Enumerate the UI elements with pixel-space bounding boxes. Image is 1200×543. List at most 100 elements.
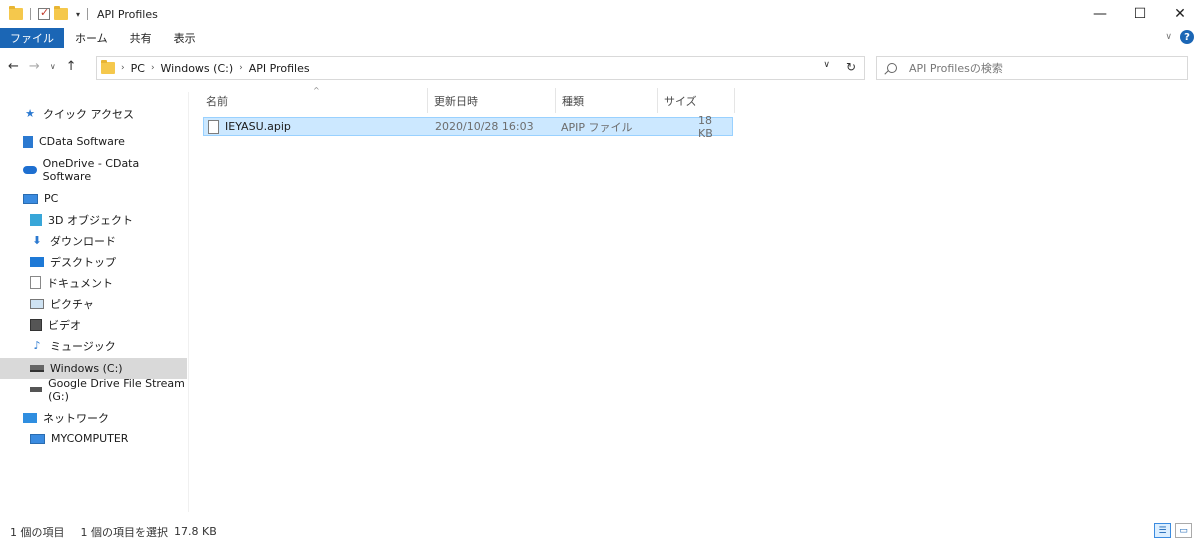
- nav-item-downloads[interactable]: ⬇ ダウンロード: [0, 230, 187, 251]
- status-selected: 1 個の項目を選択: [80, 525, 169, 539]
- cube-icon: [30, 213, 42, 226]
- nav-item-cdata-software[interactable]: CData Software: [0, 131, 187, 152]
- up-button[interactable]: ↑: [66, 59, 77, 74]
- view-buttons: ☰ ▭: [1154, 523, 1192, 538]
- download-icon: ⬇: [32, 234, 42, 247]
- pc-icon: [23, 193, 38, 204]
- tab-share[interactable]: 共有: [119, 28, 163, 48]
- nav-item-desktop[interactable]: デスクトップ: [0, 251, 187, 272]
- folder-icon: [101, 60, 115, 74]
- nav-item-label: CData Software: [39, 135, 125, 148]
- breadcrumb-separator[interactable]: ›: [239, 63, 243, 73]
- nav-item-label: Windows (C:): [50, 362, 123, 375]
- navigation-buttons: ← → ∨ ↑: [8, 59, 77, 74]
- drive-icon: [30, 387, 43, 392]
- nav-item-label: ドキュメント: [47, 276, 113, 290]
- quick-access-toolbar: ▾: [0, 0, 91, 28]
- nav-item-quick-access[interactable]: ★ クイック アクセス: [0, 103, 187, 124]
- ribbon-tabs: ファイル ホーム 共有 表示 ∨ ?: [0, 28, 1200, 48]
- nav-item-label: ダウンロード: [50, 234, 116, 248]
- nav-item-videos[interactable]: ビデオ: [0, 314, 187, 335]
- nav-item-pc[interactable]: PC: [0, 188, 187, 209]
- column-header-size[interactable]: サイズ: [658, 88, 735, 113]
- file-name-cell: IEYASU.apip: [208, 118, 291, 135]
- forward-button[interactable]: →: [29, 59, 40, 74]
- breadcrumb: › PC › Windows (C:) › API Profiles: [121, 62, 310, 75]
- nav-item-label: PC: [44, 192, 59, 205]
- large-icons-view-icon[interactable]: ▭: [1175, 523, 1192, 538]
- details-view-icon[interactable]: ☰: [1154, 523, 1171, 538]
- picture-icon: [30, 298, 44, 309]
- divider: [30, 8, 31, 20]
- back-button[interactable]: ←: [8, 59, 19, 74]
- nav-item-3d-objects[interactable]: 3D オブジェクト: [0, 209, 187, 230]
- video-icon: [30, 318, 42, 331]
- breadcrumb-pc[interactable]: PC: [131, 62, 145, 75]
- minimize-button[interactable]: —: [1080, 0, 1120, 28]
- file-name: IEYASU.apip: [225, 120, 291, 133]
- status-item-count: 1 個の項目: [10, 525, 65, 539]
- column-header-label: 種類: [562, 94, 584, 108]
- column-header-label: サイズ: [664, 94, 697, 108]
- breadcrumb-separator[interactable]: ›: [151, 63, 155, 73]
- search-placeholder[interactable]: API Profilesの検索: [909, 60, 1003, 76]
- status-size: 17.8 KB: [174, 525, 217, 538]
- sort-ascending-icon: ^: [313, 86, 320, 95]
- table-row[interactable]: IEYASU.apip 2020/10/28 16:03 APIP ファイル 1…: [203, 113, 733, 140]
- tab-view[interactable]: 表示: [163, 28, 207, 48]
- file-list: 名前 ^ 更新日時 種類 サイズ IEYASU.apip 2020/10/28 …: [200, 86, 1200, 508]
- nav-item-google-drive[interactable]: Google Drive File Stream (G:): [0, 377, 187, 403]
- nav-item-label: 3D オブジェクト: [48, 213, 133, 227]
- address-bar[interactable]: › PC › Windows (C:) › API Profiles ∨ ↻: [96, 56, 865, 80]
- nav-item-mycomputer[interactable]: MYCOMPUTER: [0, 428, 187, 449]
- window-title: API Profiles: [97, 7, 158, 21]
- nav-item-music[interactable]: ♪ ミュージック: [0, 335, 187, 356]
- column-header-label: 更新日時: [434, 94, 478, 108]
- nav-item-label: MYCOMPUTER: [51, 432, 129, 445]
- tab-home[interactable]: ホーム: [64, 28, 119, 48]
- drive-icon: [30, 365, 44, 372]
- music-icon: ♪: [33, 339, 41, 352]
- file-modified: 2020/10/28 16:03: [435, 120, 534, 133]
- address-row: ← → ∨ ↑ › PC › Windows (C:) › API Profil…: [0, 54, 1200, 82]
- ribbon-right: ∨ ?: [1165, 30, 1194, 44]
- nav-item-label: ミュージック: [50, 339, 116, 353]
- breadcrumb-separator[interactable]: ›: [121, 63, 125, 73]
- maximize-button[interactable]: ☐: [1120, 0, 1160, 28]
- nav-item-onedrive[interactable]: OneDrive - CData Software: [0, 157, 187, 183]
- new-folder-icon[interactable]: [54, 6, 68, 20]
- navigation-pane: ★ クイック アクセス CData Software OneDrive - CD…: [0, 92, 189, 512]
- nav-item-network[interactable]: ネットワーク: [0, 407, 187, 428]
- nav-item-documents[interactable]: ドキュメント: [0, 272, 187, 293]
- folder-icon: [9, 6, 23, 20]
- column-header-type[interactable]: 種類: [556, 88, 658, 113]
- breadcrumb-windows-c[interactable]: Windows (C:): [161, 62, 234, 75]
- tab-file[interactable]: ファイル: [0, 28, 64, 48]
- nav-item-label: ネットワーク: [43, 411, 109, 425]
- nav-item-label: ピクチャ: [50, 297, 94, 311]
- column-header-label: 名前: [206, 94, 228, 108]
- title-bar: ▾ API Profiles — ☐ ✕: [0, 0, 1200, 28]
- address-history-dropdown[interactable]: ∨: [823, 60, 830, 70]
- file-size: 18 KB: [698, 113, 713, 140]
- search-box[interactable]: API Profilesの検索: [876, 56, 1188, 80]
- column-header-name[interactable]: 名前 ^: [200, 86, 428, 113]
- refresh-button[interactable]: ↻: [846, 60, 856, 74]
- network-icon: [23, 412, 37, 423]
- help-icon[interactable]: ?: [1180, 30, 1194, 44]
- window-controls: — ☐ ✕: [1080, 0, 1200, 28]
- properties-icon[interactable]: [38, 6, 50, 20]
- cloud-icon: [23, 165, 37, 174]
- status-bar: 1 個の項目 1 個の項目を選択 17.8 KB ☰ ▭: [0, 520, 1200, 543]
- star-icon: ★: [25, 107, 35, 120]
- column-header-modified[interactable]: 更新日時: [428, 88, 556, 113]
- monitor-icon: [30, 433, 45, 444]
- close-button[interactable]: ✕: [1160, 0, 1200, 28]
- building-icon: [23, 135, 33, 148]
- expand-ribbon-icon[interactable]: ∨: [1165, 32, 1172, 42]
- customize-toolbar-icon[interactable]: ▾: [76, 10, 80, 19]
- nav-item-pictures[interactable]: ピクチャ: [0, 293, 187, 314]
- nav-item-label: クイック アクセス: [43, 107, 134, 121]
- recent-locations-button[interactable]: ∨: [50, 62, 56, 71]
- breadcrumb-api-profiles[interactable]: API Profiles: [249, 62, 310, 75]
